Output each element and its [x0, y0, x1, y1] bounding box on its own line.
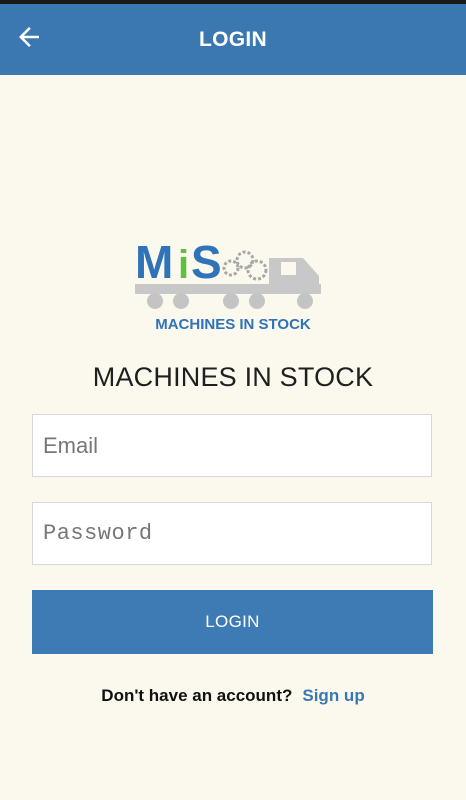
password-field[interactable] — [32, 502, 432, 565]
password-input[interactable] — [33, 503, 431, 564]
app-name-heading: MACHINES IN STOCK — [92, 362, 374, 392]
machines-in-stock-logo: M i S MACHINES IN STOCK — [133, 232, 333, 334]
email-field[interactable] — [32, 414, 432, 477]
svg-text:i: i — [178, 243, 189, 287]
email-input[interactable] — [33, 415, 431, 476]
login-button[interactable]: LOGIN — [32, 590, 433, 654]
svg-text:M: M — [135, 236, 173, 288]
app-bar: LOGIN — [0, 4, 466, 75]
signup-link[interactable]: Sign up — [302, 686, 364, 705]
page-title: LOGIN — [199, 28, 267, 51]
signup-prompt: Don't have an account? — [101, 686, 293, 705]
signup-row: Don't have an account? Sign up — [0, 686, 466, 706]
svg-text:S: S — [191, 236, 222, 288]
svg-text:MACHINES IN STOCK: MACHINES IN STOCK — [155, 316, 311, 333]
